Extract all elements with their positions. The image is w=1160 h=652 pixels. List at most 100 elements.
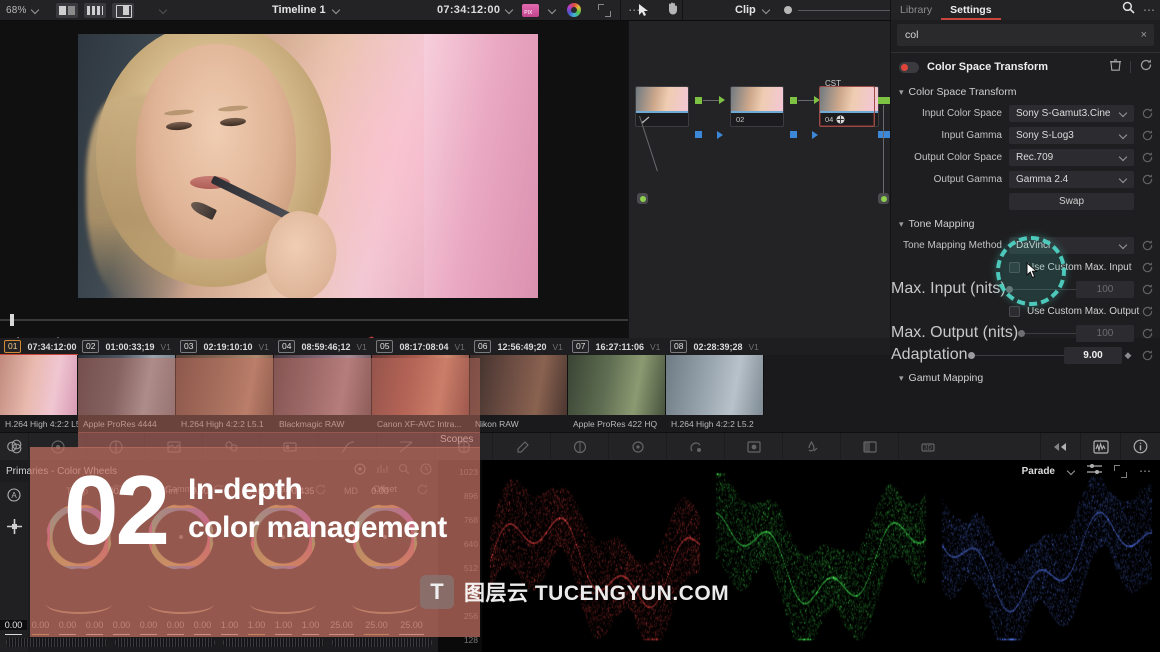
primaries-zoom-icon[interactable] <box>398 462 410 480</box>
camera-raw-icon[interactable] <box>28 433 86 461</box>
color-management-icon[interactable] <box>0 433 28 461</box>
format-chevron-down-icon[interactable] <box>548 6 556 14</box>
scope-mode-label[interactable]: Parade <box>1022 466 1055 477</box>
timeline-clip-thumbnail[interactable] <box>176 355 274 415</box>
magic-mask-icon[interactable] <box>666 433 724 461</box>
color-wheel-gain[interactable]: Gain <box>232 500 334 610</box>
hand-tool-icon[interactable] <box>666 1 679 20</box>
slider-track[interactable] <box>975 355 1064 356</box>
trash-icon[interactable] <box>1110 58 1121 76</box>
viewer-zoom-level[interactable]: 68% <box>2 5 31 16</box>
timeline-clip-header[interactable]: 0408:59:46;12V1 <box>274 340 372 353</box>
timeline-clip-thumbnail[interactable] <box>666 355 764 415</box>
section-tone-mapping[interactable]: ▾ Tone Mapping <box>891 215 1160 233</box>
info-icon[interactable] <box>1120 433 1160 461</box>
gain-slider[interactable] <box>223 638 324 647</box>
qualifier-icon[interactable] <box>492 433 550 461</box>
node-02[interactable]: 02 <box>730 86 784 127</box>
node-01-output-port[interactable] <box>695 97 702 104</box>
motion-effects-icon[interactable] <box>318 433 376 461</box>
wheel-value[interactable]: 0.00 <box>189 620 216 630</box>
effect-enable-toggle[interactable] <box>899 62 919 73</box>
section-chevron-icon[interactable]: ▾ <box>899 219 904 230</box>
slider-track[interactable] <box>1025 333 1076 334</box>
viewer-scrub-track[interactable] <box>0 319 628 321</box>
input-gamma-dropdown[interactable]: Sony S-Log3 <box>1009 127 1134 144</box>
color-match-icon[interactable] <box>86 433 144 461</box>
timeline-clip-thumbnail[interactable] <box>274 355 372 415</box>
wheel-reset-icon[interactable] <box>213 482 224 500</box>
auto-balance-icon[interactable]: A <box>7 488 21 507</box>
primaries-target-icon[interactable] <box>354 462 366 480</box>
source-node-handle[interactable] <box>637 193 648 204</box>
wheel-value[interactable]: 25.00 <box>394 620 429 630</box>
scopes-icon[interactable] <box>1080 433 1120 461</box>
color-wheel-gamma[interactable]: Gamma <box>130 500 232 610</box>
key-icon[interactable] <box>782 433 840 461</box>
reset-input-gamma-icon[interactable] <box>1140 130 1154 141</box>
wheel-value[interactable]: 0.00 <box>54 620 81 630</box>
timeline-clip-thumbnail[interactable] <box>470 355 568 415</box>
reset-use-custom-max-output-icon[interactable] <box>1140 306 1154 317</box>
input-color-space-dropdown[interactable]: Sony S-Gamut3.Cine <box>1009 105 1134 122</box>
max-output-slider[interactable] <box>1018 325 1076 342</box>
color-wheel-lift[interactable]: Lift <box>28 500 130 610</box>
curves-icon[interactable] <box>376 433 434 461</box>
wheel-reset-icon[interactable] <box>111 482 122 500</box>
wheel-ring[interactable] <box>250 504 316 570</box>
slider-track[interactable] <box>1013 289 1076 290</box>
node-02-output-port[interactable] <box>790 97 797 104</box>
blur-icon[interactable] <box>724 433 782 461</box>
wheel-value[interactable]: 1.00 <box>243 620 270 630</box>
search-clear-icon[interactable]: × <box>1141 29 1147 41</box>
reset-tone-mapping-method-icon[interactable] <box>1140 240 1154 251</box>
scope-more-options-icon[interactable]: ⋯ <box>1139 464 1152 478</box>
search-icon[interactable] <box>1122 1 1135 19</box>
timeline-clip-header[interactable]: 0107:34:12:00V1 <box>0 340 78 353</box>
tab-library[interactable]: Library <box>891 0 941 20</box>
wheel-value[interactable]: 1.00 <box>297 620 324 630</box>
color-wheel-icon[interactable] <box>567 3 581 17</box>
wheel-reset-icon[interactable] <box>417 482 428 500</box>
wheel-value[interactable]: 0.00 <box>135 620 162 630</box>
pointer-tool-icon[interactable] <box>638 3 650 17</box>
timeline-clip-header[interactable]: 0201:00:33;19V1 <box>78 340 176 353</box>
highlight-icon[interactable] <box>1040 433 1080 461</box>
section-gamut-mapping[interactable]: ▾ Gamut Mapping <box>891 369 1160 387</box>
section-chevron-icon[interactable]: ▾ <box>899 87 904 98</box>
offset-slider[interactable] <box>332 638 433 647</box>
slider-handle[interactable] <box>968 352 975 359</box>
stereo-3d-icon[interactable]: 3D <box>898 433 956 461</box>
reset-adaptation-icon[interactable] <box>1140 350 1154 361</box>
timeline-clip-header[interactable]: 0716:27:11:06V1 <box>568 340 666 353</box>
wheel-value[interactable]: 25.00 <box>359 620 394 630</box>
inspector-search-row[interactable]: × <box>897 24 1154 46</box>
slider-handle[interactable] <box>1006 286 1013 293</box>
wheel-value[interactable]: 0.00 <box>0 620 27 630</box>
scope-mode-chevron-down-icon[interactable] <box>1067 467 1075 475</box>
max-output-value[interactable]: 100 <box>1076 325 1134 342</box>
clip-chevron-down-icon[interactable] <box>762 6 770 14</box>
timeline-clip-thumbnail[interactable] <box>0 355 78 415</box>
wheel-ring-slider[interactable] <box>250 594 316 614</box>
wheel-reset-icon[interactable] <box>315 482 326 500</box>
timeline-clip-thumbnail[interactable] <box>78 355 176 415</box>
wheel-value[interactable]: 25.00 <box>324 620 359 630</box>
lift-slider[interactable] <box>6 638 107 647</box>
timecode-chevron-down-icon[interactable] <box>505 6 513 14</box>
wheel-ring-slider[interactable] <box>148 594 214 614</box>
wheel-ring[interactable] <box>352 504 418 570</box>
search-input[interactable] <box>897 29 1154 41</box>
slider-handle[interactable] <box>1018 330 1025 337</box>
wheel-value[interactable]: 0.00 <box>27 620 54 630</box>
node-02-key-output[interactable] <box>790 131 797 138</box>
reset-max-input-icon[interactable] <box>1140 284 1154 295</box>
primaries-bars-icon[interactable] <box>376 462 388 480</box>
clip-slider-handle[interactable] <box>784 6 792 14</box>
output-color-space-dropdown[interactable]: Rec.709 <box>1009 149 1134 166</box>
timeline-chevron-down-icon[interactable] <box>332 6 340 14</box>
wheel-ring-slider[interactable] <box>352 594 418 614</box>
reset-max-output-icon[interactable] <box>1140 328 1154 339</box>
timeline-clip-header[interactable]: 0508:17:08:04V1 <box>372 340 470 353</box>
gamma-slider[interactable] <box>115 638 216 647</box>
